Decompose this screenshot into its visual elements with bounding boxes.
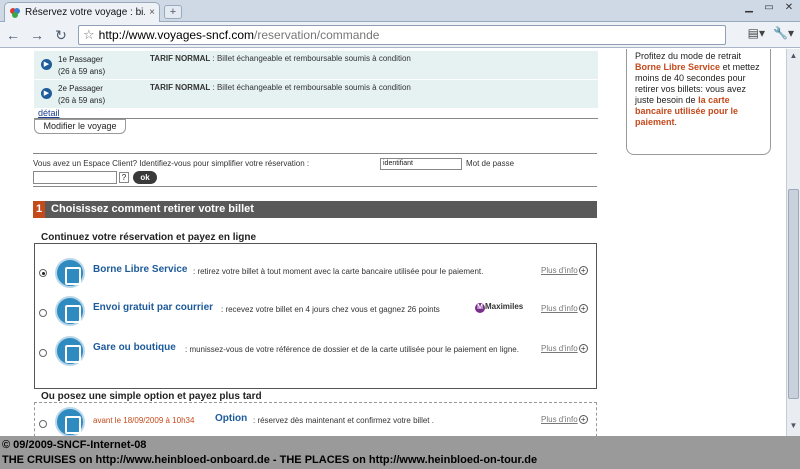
maximiles-logo: M Maximiles (475, 302, 523, 313)
more-info-link[interactable]: Plus d'info + (541, 266, 588, 275)
window-controls: ▁ ▭ ✕ (740, 1, 798, 15)
caption-line: © 09/2009-SNCF-Internet-08 (2, 439, 147, 451)
scroll-up-icon[interactable]: ▲ (787, 51, 800, 63)
detail-link[interactable]: détail (38, 108, 60, 118)
clock-icon (55, 407, 85, 436)
client-prompt: Vous avez un Espace Client? Identifiez-v… (33, 159, 310, 168)
url-path: /reservation/commande (254, 28, 380, 42)
wrench-menu-icon[interactable]: 🔧▾ (773, 26, 794, 40)
passenger-age: (26 à 59 ans) (58, 96, 106, 105)
reload-icon[interactable]: ↻ (52, 26, 70, 44)
identifiant-field[interactable]: identifiant (380, 158, 462, 170)
scroll-thumb[interactable] (788, 189, 799, 399)
radio-gare[interactable] (39, 349, 47, 357)
more-info-link[interactable]: Plus d'info + (541, 415, 588, 424)
radio-courrier[interactable] (39, 309, 47, 317)
forward-icon[interactable]: → (28, 26, 46, 44)
passenger-name: 2e Passager (58, 84, 103, 93)
online-heading: Continuez votre réservation et payez en … (41, 232, 257, 243)
tarif-label: TARIF NORMAL (150, 83, 211, 92)
option-desc: : réservez dès maintenant et confirmez v… (253, 416, 434, 425)
scroll-down-icon[interactable]: ▼ (787, 421, 800, 433)
ticket-machine-icon (55, 258, 85, 288)
option-deadline: avant le 18/09/2009 à 10h34 (93, 416, 195, 425)
section-number: 1 (33, 201, 45, 218)
plus-icon: + (578, 344, 588, 353)
passenger-age: (26 à 59 ans) (58, 67, 106, 76)
radio-borne[interactable] (39, 269, 47, 277)
maximize-icon[interactable]: ▭ (760, 1, 778, 15)
page-content: ▶ 1e Passager (26 à 59 ans) TARIF NORMAL … (0, 49, 786, 436)
section-title: Choisissez comment retirer votre billet (51, 203, 254, 215)
tarif-desc: : Billet échangeable et remboursable sou… (210, 83, 411, 92)
password-field[interactable] (33, 171, 117, 184)
passenger-row: ▶ 1e Passager (26 à 59 ans) TARIF NORMAL … (34, 51, 598, 79)
browser-tab[interactable]: Réservez votre voyage : bi... × (4, 2, 160, 22)
tarif-desc: : Billet échangeable et remboursable sou… (210, 54, 411, 63)
option-title: Option (215, 413, 248, 424)
vertical-scrollbar[interactable]: ▲ ▼ (786, 49, 800, 436)
more-info-link[interactable]: Plus d'info + (541, 344, 588, 353)
new-tab-button[interactable]: + (164, 5, 182, 19)
bookmark-star-icon[interactable]: ☆ (83, 27, 95, 43)
tab-title: Réservez votre voyage : bi... (25, 7, 146, 18)
promo-text: Profitez du mode de retrait (635, 51, 742, 61)
option-desc: : retirez votre billet à tout moment ave… (193, 267, 484, 276)
station-icon (55, 336, 85, 366)
address-bar[interactable]: ☆ http://www.voyages-sncf.com/reservatio… (78, 25, 726, 45)
option-title: Borne Libre Service (93, 264, 188, 275)
radio-option[interactable] (39, 420, 47, 428)
browser-toolbar: ← → ↻ ☆ http://www.voyages-sncf.com/rese… (0, 22, 800, 48)
caption-line: THE CRUISES on http://www.heinbloed-onbo… (2, 454, 538, 466)
minimize-icon[interactable]: ▁ (740, 1, 758, 15)
help-button[interactable]: ? (119, 172, 129, 183)
more-info-link[interactable]: Plus d'info + (541, 304, 588, 313)
promo-text: . (674, 117, 678, 127)
promo-highlight: Borne Libre Service (635, 62, 721, 72)
url-domain: http://www.voyages-sncf.com (98, 28, 255, 42)
page-menu-icon[interactable]: ▤▾ (748, 26, 765, 40)
divider (33, 186, 597, 187)
passenger-row: ▶ 2e Passager (26 à 59 ans) TARIF NORMAL … (34, 80, 598, 108)
play-arrow-icon[interactable]: ▶ (41, 59, 52, 70)
option-desc: : recevez votre billet en 4 jours chez v… (221, 305, 440, 314)
close-window-icon[interactable]: ✕ (780, 1, 798, 15)
sidebar-promo: Profitez du mode de retrait Borne Libre … (626, 49, 771, 155)
online-options: Borne Libre Service : retirez votre bill… (34, 243, 597, 389)
later-heading: Ou posez une simple option et payez plus… (41, 391, 262, 402)
image-caption: © 09/2009-SNCF-Internet-08 THE CRUISES o… (0, 436, 800, 469)
tarif-label: TARIF NORMAL (150, 54, 211, 63)
option-desc: : munissez-vous de votre référence de do… (185, 345, 519, 354)
mail-icon (55, 296, 85, 326)
plus-icon: + (578, 304, 588, 313)
tab-close-icon[interactable]: × (149, 7, 155, 18)
sncf-favicon-icon (9, 7, 21, 19)
section-header: 1 Choisissez comment retirer votre billet (33, 201, 597, 218)
plus-icon: + (578, 415, 588, 424)
passenger-name: 1e Passager (58, 55, 103, 64)
password-label: Mot de passe (466, 159, 515, 168)
play-arrow-icon[interactable]: ▶ (41, 88, 52, 99)
ok-button[interactable]: ok (133, 171, 157, 184)
modify-trip-button[interactable]: Modifier le voyage (34, 119, 126, 134)
divider (33, 153, 597, 154)
option-title: Envoi gratuit par courrier (93, 302, 214, 313)
tab-strip: Réservez votre voyage : bi... × + ▁ ▭ ✕ (0, 0, 800, 22)
plus-icon: + (578, 266, 588, 275)
back-icon[interactable]: ← (4, 26, 22, 44)
